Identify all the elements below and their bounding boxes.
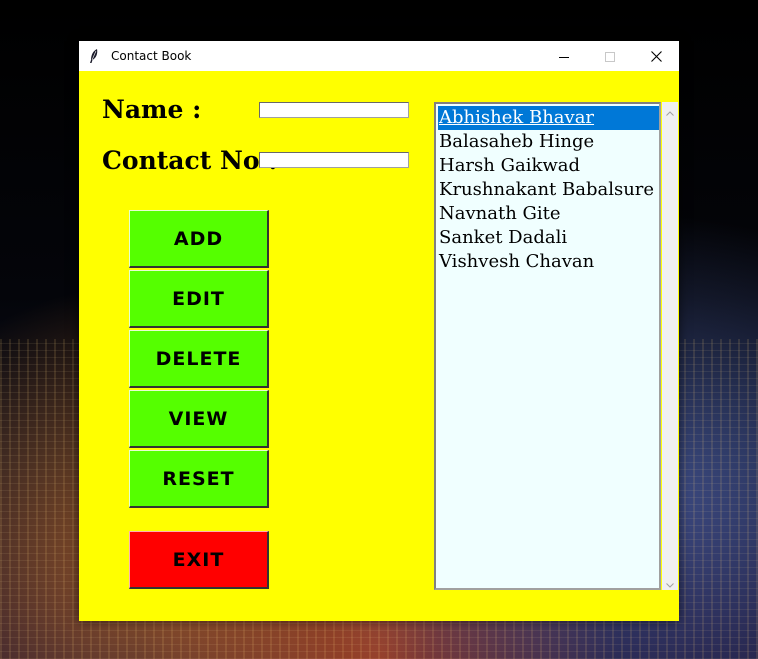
contact-no-input[interactable] xyxy=(259,152,409,168)
maximize-button[interactable] xyxy=(587,41,633,71)
maximize-icon xyxy=(605,47,615,66)
contact-list-item[interactable]: Krushnakant Babalsure xyxy=(438,178,659,202)
exit-button[interactable]: EXIT xyxy=(129,531,269,589)
view-button[interactable]: VIEW xyxy=(129,390,269,448)
feather-icon xyxy=(89,48,103,64)
minimize-icon xyxy=(559,47,569,66)
contact-list-item[interactable]: Navnath Gite xyxy=(438,202,659,226)
contact-list-item[interactable]: Abhishek Bhavar xyxy=(438,106,659,130)
title-bar[interactable]: Contact Book xyxy=(79,41,679,71)
contacts-listbox[interactable]: Abhishek Bhavar Balasaheb Hinge Harsh Gaik… xyxy=(434,102,661,590)
contact-list-item[interactable]: Balasaheb Hinge xyxy=(438,130,659,154)
chevron-down-icon xyxy=(666,573,674,592)
close-icon xyxy=(650,47,662,66)
window-title: Contact Book xyxy=(111,49,192,63)
edit-button[interactable]: EDIT xyxy=(129,270,269,328)
close-button[interactable] xyxy=(633,41,679,71)
name-label: Name : xyxy=(102,95,202,124)
contact-book-window: Contact Book Name : Contact No : ADD EDI… xyxy=(79,41,679,621)
contacts-list: Abhishek Bhavar Balasaheb Hinge Harsh Gaik… xyxy=(438,106,659,274)
minimize-button[interactable] xyxy=(541,41,587,71)
vertical-scrollbar[interactable] xyxy=(662,102,678,590)
contact-list-item[interactable]: Sanket Dadali xyxy=(438,226,659,250)
chevron-up-icon xyxy=(666,101,674,120)
contact-no-label: Contact No : xyxy=(102,146,278,175)
contact-list-item[interactable]: Harsh Gaikwad xyxy=(438,154,659,178)
scroll-down-arrow[interactable] xyxy=(662,574,678,590)
contact-list-item[interactable]: Vishvesh Chavan xyxy=(438,250,659,274)
delete-button[interactable]: DELETE xyxy=(129,330,269,388)
name-input[interactable] xyxy=(259,102,409,118)
add-button[interactable]: ADD xyxy=(129,210,269,268)
reset-button[interactable]: RESET xyxy=(129,450,269,508)
scroll-up-arrow[interactable] xyxy=(662,102,678,118)
